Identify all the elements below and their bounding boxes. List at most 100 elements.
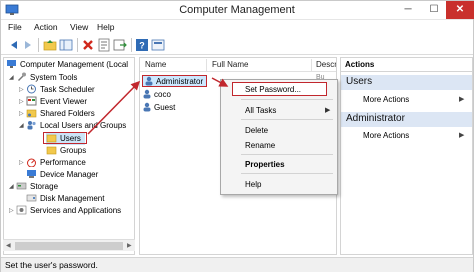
- tree-label: Task Scheduler: [40, 85, 95, 94]
- tree-item-local-users-and-groups[interactable]: ◢ Local Users and Groups: [19, 120, 126, 132]
- collapse-arrow-icon[interactable]: ◢: [9, 72, 16, 84]
- tree-item-system-tools[interactable]: ◢ System Tools: [9, 72, 77, 84]
- svg-text:?: ?: [139, 41, 145, 51]
- column-divider[interactable]: [311, 59, 312, 71]
- maximize-button[interactable]: ☐: [421, 1, 447, 19]
- expand-arrow-icon[interactable]: ▷: [9, 205, 16, 217]
- snapin-icon[interactable]: [151, 38, 165, 52]
- menu-separator: [241, 119, 333, 120]
- collapse-arrow-icon[interactable]: ◢: [9, 181, 16, 193]
- toolbar: ?: [1, 35, 473, 55]
- title-bar[interactable]: Computer Management ─ ☐ ✕: [1, 1, 474, 20]
- menu-bar: File Action View Help: [1, 20, 473, 35]
- menu-separator: [241, 173, 333, 174]
- actions-section-users[interactable]: Users: [341, 75, 472, 90]
- submenu-arrow-icon: ▶: [459, 132, 465, 139]
- toolbar-separator: [77, 38, 78, 52]
- tree-item-performance[interactable]: ▷ Performance: [19, 157, 86, 169]
- show-hide-tree-icon[interactable]: [59, 38, 73, 52]
- menu-item-properties[interactable]: Properties: [245, 160, 285, 169]
- computer-icon: [7, 59, 16, 68]
- submenu-arrow-icon: ▶: [325, 107, 331, 114]
- console-tree: Computer Management (Local ◢ System Tools…: [3, 57, 135, 255]
- user-icon: [143, 89, 151, 99]
- list-header: Name Full Name Descr: [140, 58, 336, 72]
- user-name: Guest: [154, 103, 176, 112]
- column-header-full-name[interactable]: Full Name: [212, 60, 248, 69]
- menu-separator: [241, 154, 333, 155]
- list-item-coco[interactable]: coco: [142, 89, 171, 101]
- performance-icon: [27, 158, 36, 167]
- event-viewer-icon: [26, 96, 37, 106]
- column-header-description[interactable]: Descr: [316, 60, 336, 69]
- tree-label: Local Users and Groups: [40, 121, 127, 130]
- actions-pane: Actions Users More Actions ▶ Administrat…: [340, 57, 473, 255]
- menu-item-delete[interactable]: Delete: [245, 126, 268, 135]
- expand-arrow-icon[interactable]: ▷: [19, 96, 26, 108]
- properties-icon[interactable]: [97, 38, 111, 52]
- tree-horizontal-scrollbar[interactable]: ◀ ▶: [3, 239, 135, 251]
- menu-view[interactable]: View: [70, 22, 88, 32]
- list-item-guest[interactable]: Guest: [142, 102, 175, 114]
- tree-label: System Tools: [30, 73, 78, 82]
- menu-item-help[interactable]: Help: [245, 180, 261, 189]
- menu-item-rename[interactable]: Rename: [245, 141, 275, 150]
- expand-arrow-icon[interactable]: ▷: [19, 157, 26, 169]
- scroll-left-arrow-icon[interactable]: ◀: [6, 240, 11, 252]
- services-icon: [16, 205, 27, 215]
- menu-action[interactable]: Action: [34, 22, 58, 32]
- scroll-right-arrow-icon[interactable]: ▶: [127, 240, 132, 252]
- list-item-administrator[interactable]: Administrator: [142, 75, 208, 87]
- column-divider[interactable]: [206, 59, 207, 71]
- tree-label: Services and Applications: [30, 206, 122, 215]
- expand-arrow-icon[interactable]: ▷: [19, 108, 26, 120]
- toolbar-separator: [131, 38, 132, 52]
- tree-item-services-and-applications[interactable]: ▷ Services and Applications: [9, 205, 121, 217]
- submenu-arrow-icon: ▶: [459, 96, 465, 103]
- tree-label: Groups: [60, 146, 87, 155]
- tree-item-storage[interactable]: ◢ Storage: [9, 181, 58, 193]
- user-name: Administrator: [156, 77, 204, 86]
- help-icon[interactable]: ?: [135, 38, 149, 52]
- tree-item-computer-management[interactable]: Computer Management (Local: [6, 59, 128, 71]
- menu-item-set-password[interactable]: Set Password...: [245, 85, 301, 94]
- folder-icon: [46, 146, 57, 155]
- user-name: coco: [154, 90, 171, 99]
- context-menu: Set Password... All Tasks ▶ Delete Renam…: [220, 79, 338, 195]
- tree-label: Storage: [30, 182, 59, 191]
- delete-icon[interactable]: [81, 38, 95, 52]
- shared-folder-icon: [26, 109, 37, 118]
- action-more-actions-users[interactable]: More Actions: [363, 95, 409, 104]
- scrollbar-thumb[interactable]: [15, 242, 123, 250]
- users-group-icon: [27, 120, 36, 130]
- tree-item-groups[interactable]: Groups: [46, 145, 86, 157]
- menu-item-all-tasks[interactable]: All Tasks: [245, 106, 276, 115]
- tree-item-shared-folders[interactable]: ▷ Shared Folders: [19, 108, 95, 120]
- tree-label: Performance: [40, 158, 86, 167]
- tree-item-event-viewer[interactable]: ▷ Event Viewer: [19, 96, 87, 108]
- tree-label: Device Manager: [40, 170, 99, 179]
- close-button[interactable]: ✕: [446, 1, 474, 19]
- tree-item-device-manager[interactable]: Device Manager: [26, 169, 98, 181]
- menu-help[interactable]: Help: [97, 22, 114, 32]
- tree-item-disk-management[interactable]: Disk Management: [26, 193, 104, 205]
- collapse-arrow-icon[interactable]: ◢: [19, 120, 26, 132]
- action-more-actions-administrator[interactable]: More Actions: [363, 131, 409, 140]
- forward-arrow-icon[interactable]: [21, 38, 35, 52]
- tools-icon: [18, 72, 26, 81]
- user-icon: [143, 102, 151, 112]
- tree-label: Shared Folders: [40, 109, 95, 118]
- actions-section-administrator[interactable]: Administrator: [341, 112, 472, 127]
- storage-icon: [16, 182, 27, 190]
- column-header-name[interactable]: Name: [145, 60, 166, 69]
- minimize-button[interactable]: ─: [395, 1, 421, 19]
- folder-up-icon[interactable]: [43, 38, 57, 52]
- tree-label: Event Viewer: [40, 97, 87, 106]
- user-icon: [145, 76, 153, 86]
- menu-separator: [241, 99, 333, 100]
- tree-item-task-scheduler[interactable]: ▷ Task Scheduler: [19, 84, 95, 96]
- export-list-icon[interactable]: [113, 38, 127, 52]
- back-arrow-icon[interactable]: [7, 38, 21, 52]
- menu-file[interactable]: File: [8, 22, 22, 32]
- expand-arrow-icon[interactable]: ▷: [19, 84, 26, 96]
